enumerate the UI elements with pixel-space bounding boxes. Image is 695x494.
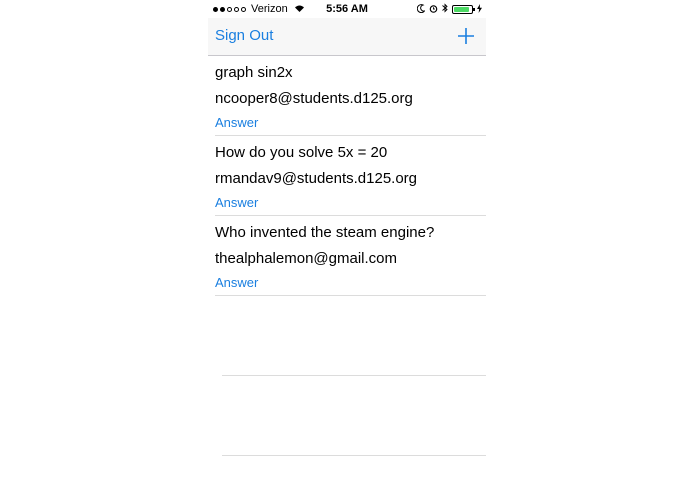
question-row: graph sin2x ncooper8@students.d125.org A…: [208, 56, 486, 135]
question-email: rmandav9@students.d125.org: [215, 170, 418, 187]
battery-icon: [452, 5, 475, 14]
charging-icon: [477, 3, 482, 16]
row-separator: [222, 455, 486, 456]
status-bar: Verizon 5:56 AM: [208, 0, 486, 18]
question-text: Who invented the steam engine?: [215, 224, 435, 241]
alarm-icon: [429, 4, 438, 16]
bluetooth-icon: [442, 3, 448, 16]
sign-out-button[interactable]: Sign Out: [215, 27, 273, 44]
answer-button[interactable]: Answer: [215, 115, 258, 130]
question-row: How do you solve 5x = 20 rmandav9@studen…: [208, 136, 486, 215]
question-text: graph sin2x: [215, 64, 293, 81]
add-question-button[interactable]: [452, 22, 480, 50]
question-row: Who invented the steam engine? thealphal…: [208, 216, 486, 295]
question-email: ncooper8@students.d125.org: [215, 90, 413, 107]
answer-button[interactable]: Answer: [215, 195, 258, 210]
question-email: thealphalemon@gmail.com: [215, 250, 397, 267]
plus-icon: [458, 28, 474, 44]
question-list: graph sin2x ncooper8@students.d125.org A…: [208, 56, 486, 456]
answer-button[interactable]: Answer: [215, 275, 258, 290]
phone-screen: Verizon 5:56 AM Sign Out graph sin2x nco…: [208, 0, 486, 494]
empty-row: [208, 376, 486, 455]
empty-row: [208, 296, 486, 375]
moon-icon: [416, 3, 426, 16]
question-text: How do you solve 5x = 20: [215, 144, 388, 161]
status-icons: [416, 3, 482, 16]
nav-bar: Sign Out: [208, 18, 486, 56]
battery-level: [454, 7, 470, 12]
